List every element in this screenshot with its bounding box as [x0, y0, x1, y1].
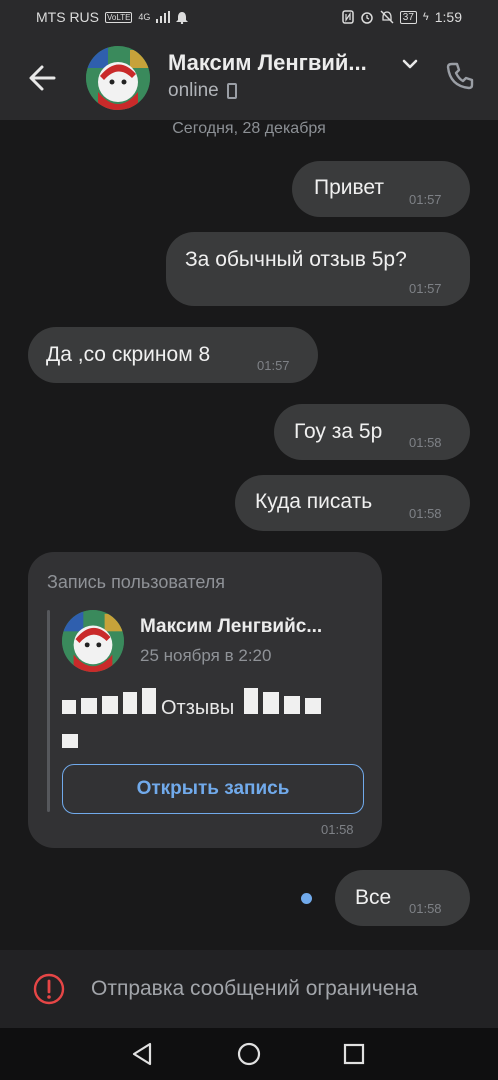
- avatar[interactable]: [86, 46, 150, 110]
- status-left: MTS RUS VoLTE 4G: [36, 9, 189, 25]
- charging-icon: ϟ: [422, 11, 429, 23]
- unread-indicator: [301, 893, 312, 904]
- quote-bar: [47, 610, 50, 812]
- repost-text-word: Отзывы: [161, 697, 235, 719]
- clock: 1:59: [434, 9, 462, 25]
- message-time: 01:57: [257, 358, 290, 373]
- carrier-label: MTS RUS: [36, 9, 99, 25]
- message-time: 01:58: [409, 506, 442, 521]
- repost-author[interactable]: Максим Ленгвийс...: [140, 616, 322, 638]
- message-bubble[interactable]: Привет 01:57: [292, 161, 470, 217]
- restriction-text: Отправка сообщений ограничена: [91, 977, 418, 1000]
- block-glyph: [243, 688, 258, 714]
- chevron-down-icon[interactable]: [398, 52, 422, 76]
- block-glyph: [283, 696, 300, 714]
- message-bubble[interactable]: За обычный отзыв 5р? 01:57: [166, 232, 470, 306]
- mobile-device-icon: [226, 83, 237, 99]
- message-time: 01:58: [409, 901, 442, 916]
- avatar-image: [62, 610, 124, 672]
- back-arrow-icon[interactable]: [24, 58, 64, 98]
- system-nav-bar: [0, 1028, 498, 1080]
- nav-back-icon[interactable]: [128, 1040, 156, 1068]
- block-glyph: [262, 692, 279, 714]
- alarm-icon: [361, 12, 373, 24]
- battery-level: 37: [399, 10, 417, 24]
- date-separator: Сегодня, 28 декабря: [172, 120, 326, 137]
- nav-recents-icon[interactable]: [340, 1040, 368, 1068]
- warning-icon: [33, 973, 65, 1005]
- block-glyph: [62, 700, 76, 714]
- chat-header: Максим Ленгвий... online: [0, 34, 498, 120]
- open-post-button[interactable]: Открыть запись: [62, 764, 364, 814]
- status-bar: MTS RUS VoLTE 4G 37 ϟ 1:59: [0, 0, 498, 34]
- block-glyph: [123, 692, 137, 714]
- block-glyph: [81, 698, 97, 714]
- message-time: 01:58: [321, 822, 354, 837]
- notification-bell-icon: [176, 11, 189, 24]
- block-glyph: [142, 688, 156, 714]
- network-label: 4G: [138, 12, 151, 22]
- restriction-bar: Отправка сообщений ограничена: [0, 950, 498, 1028]
- message-text: Все: [355, 886, 392, 909]
- message-bubble[interactable]: Да ,со скрином 8 01:57: [28, 327, 318, 383]
- message-text: Да ,со скрином 8: [46, 343, 211, 366]
- message-time: 01:58: [409, 435, 442, 450]
- message-text: За обычный отзыв 5р?: [185, 248, 407, 271]
- repost-card[interactable]: Запись пользователя Максим Ленгвийс... 2…: [28, 552, 382, 848]
- message-time: 01:57: [409, 192, 442, 207]
- signal-icon: [156, 11, 171, 23]
- nav-home-icon[interactable]: [235, 1040, 263, 1068]
- contact-name[interactable]: Максим Ленгвий...: [168, 50, 367, 76]
- message-bubble[interactable]: Все 01:58: [335, 870, 470, 926]
- nfc-icon: [342, 10, 354, 24]
- repost-title: Запись пользователя: [47, 572, 226, 592]
- message-text: Гоу за 5р: [294, 420, 383, 443]
- message-time: 01:57: [409, 281, 442, 296]
- block-glyph: [304, 698, 321, 714]
- message-text: Привет: [314, 176, 385, 199]
- repost-text: Отзывы: [62, 688, 362, 759]
- status-right: 37 ϟ 1:59: [342, 9, 462, 25]
- status-label: online: [168, 80, 219, 101]
- mute-bell-icon: [380, 10, 394, 24]
- contact-status: online: [168, 80, 237, 102]
- block-glyph: [102, 696, 118, 714]
- repost-date: 25 ноября в 2:20: [140, 646, 272, 665]
- volte-badge: VoLTE: [105, 11, 133, 23]
- block-glyph: [62, 734, 78, 748]
- message-text: Куда писать: [255, 490, 373, 513]
- message-bubble[interactable]: Куда писать 01:58: [235, 475, 470, 531]
- message-bubble[interactable]: Гоу за 5р 01:58: [274, 404, 470, 460]
- avatar-image: [86, 46, 150, 110]
- repost-avatar[interactable]: [62, 610, 124, 672]
- phone-icon[interactable]: [444, 60, 476, 92]
